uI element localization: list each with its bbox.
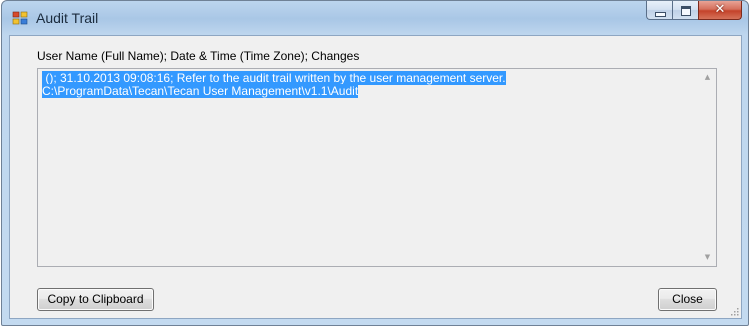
close-icon: ✕ [714, 2, 726, 17]
maximize-icon [681, 6, 691, 16]
audit-column-header: User Name (Full Name); Date & Time (Time… [37, 49, 360, 63]
audit-trail-window: Audit Trail ✕ User Name (Full Name); Dat… [1, 0, 749, 326]
resize-grip-icon[interactable] [729, 306, 739, 316]
minimize-button[interactable] [646, 1, 672, 20]
audit-trail-textbox[interactable]: (); 31.10.2013 09:08:16; Refer to the au… [37, 68, 717, 267]
copy-to-clipboard-button[interactable]: Copy to Clipboard [37, 288, 154, 311]
audit-trail-app-icon [12, 11, 28, 25]
audit-path-line: C:\ProgramData\Tecan\Tecan User Manageme… [42, 84, 359, 98]
window-title: Audit Trail [36, 10, 99, 26]
close-window-button[interactable]: ✕ [698, 1, 742, 20]
title-bar[interactable]: Audit Trail ✕ [2, 1, 748, 35]
scroll-down-arrow-icon[interactable]: ▼ [699, 249, 716, 266]
caption-buttons: ✕ [646, 1, 742, 21]
audit-trail-text[interactable]: (); 31.10.2013 09:08:16; Refer to the au… [42, 71, 696, 266]
maximize-button[interactable] [672, 1, 698, 20]
scroll-up-arrow-icon[interactable]: ▲ [699, 69, 716, 86]
minimize-icon [655, 12, 666, 17]
vertical-scrollbar[interactable]: ▲ ▼ [699, 69, 716, 266]
close-button[interactable]: Close [658, 288, 717, 311]
audit-entry-line: (); 31.10.2013 09:08:16; Refer to the au… [42, 71, 506, 85]
dialog-client-area: User Name (Full Name); Date & Time (Time… [9, 35, 742, 319]
